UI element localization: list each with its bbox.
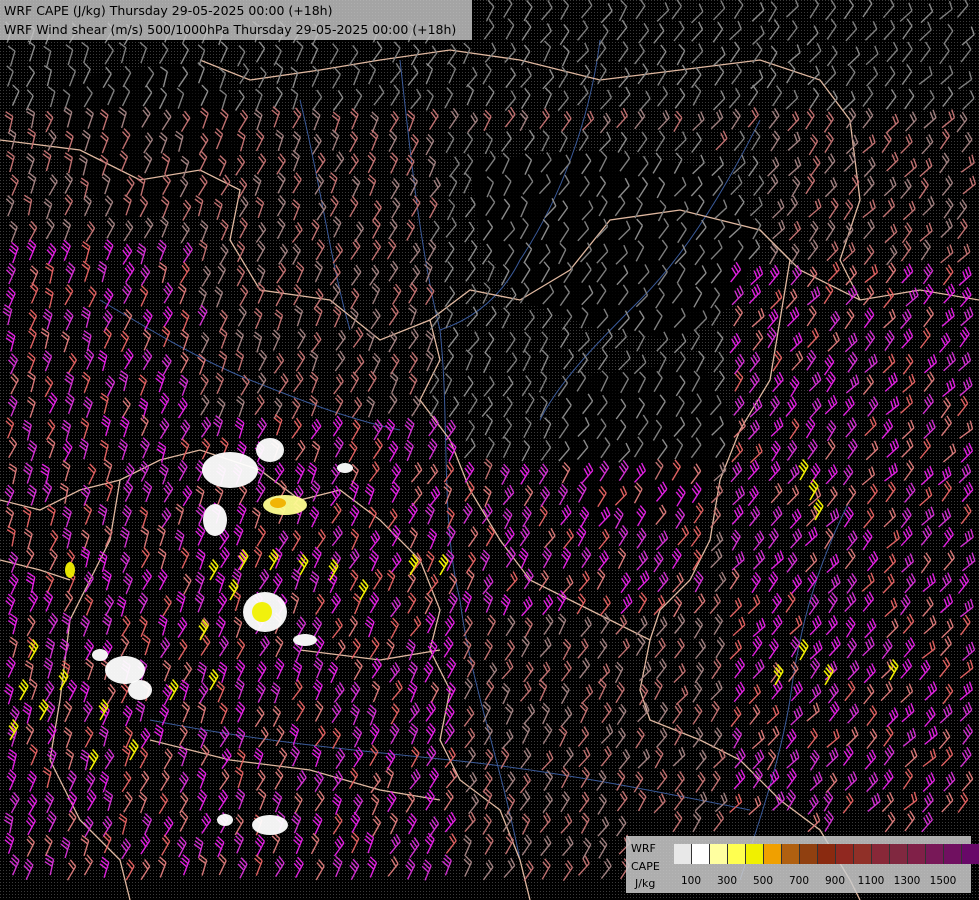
legend-color-scale [674, 844, 979, 864]
cape-area [65, 562, 75, 578]
legend-swatch [926, 844, 944, 864]
legend-tick-label: 100 [680, 875, 702, 887]
legend-tick-label: 1300 [893, 875, 921, 887]
legend-swatch [746, 844, 764, 864]
cape-area [256, 438, 284, 462]
weather-map [0, 0, 979, 900]
legend-swatch [944, 844, 962, 864]
cape-area [92, 649, 108, 661]
legend-tick-label: 1500 [929, 875, 957, 887]
legend-swatch [908, 844, 926, 864]
legend-tick-label: 300 [716, 875, 738, 887]
cape-area [252, 602, 272, 622]
legend-title-variable: CAPE [631, 860, 660, 873]
cape-area [252, 815, 288, 835]
legend-swatch [962, 844, 979, 864]
legend-swatch [800, 844, 818, 864]
legend-ticks: 100 300 500 700 900 1100 1300 1500 [674, 875, 974, 889]
cape-area [337, 463, 353, 473]
cape-area [293, 634, 317, 646]
legend-swatch [818, 844, 836, 864]
legend-title-model: WRF [631, 842, 656, 855]
legend-swatch [854, 844, 872, 864]
cape-area [202, 452, 258, 488]
cape-area [203, 504, 227, 536]
cape-area [105, 656, 145, 684]
legend-tick-label: 700 [788, 875, 810, 887]
map-title-box: WRF CAPE (J/kg) Thursday 29-05-2025 00:0… [0, 0, 472, 40]
legend-swatch [674, 844, 692, 864]
cape-area [217, 814, 233, 826]
legend-swatch [782, 844, 800, 864]
cape-area [270, 498, 286, 508]
legend-swatch [764, 844, 782, 864]
title-line-shear: WRF Wind shear (m/s) 500/1000hPa Thursda… [4, 22, 457, 37]
legend-swatch [890, 844, 908, 864]
legend-tick-label: 500 [752, 875, 774, 887]
legend-unit: J/kg [635, 877, 656, 890]
cape-area [128, 680, 152, 700]
legend-tick-label: 900 [824, 875, 846, 887]
title-line-cape: WRF CAPE (J/kg) Thursday 29-05-2025 00:0… [4, 3, 333, 18]
legend-swatch [710, 844, 728, 864]
legend-tick-label: 1100 [857, 875, 885, 887]
legend-swatch [728, 844, 746, 864]
cape-legend: WRF CAPE J/kg 100 300 500 700 900 1100 1300 150… [626, 836, 979, 893]
legend-swatch [692, 844, 710, 864]
legend-swatch [836, 844, 854, 864]
legend-swatch [872, 844, 890, 864]
